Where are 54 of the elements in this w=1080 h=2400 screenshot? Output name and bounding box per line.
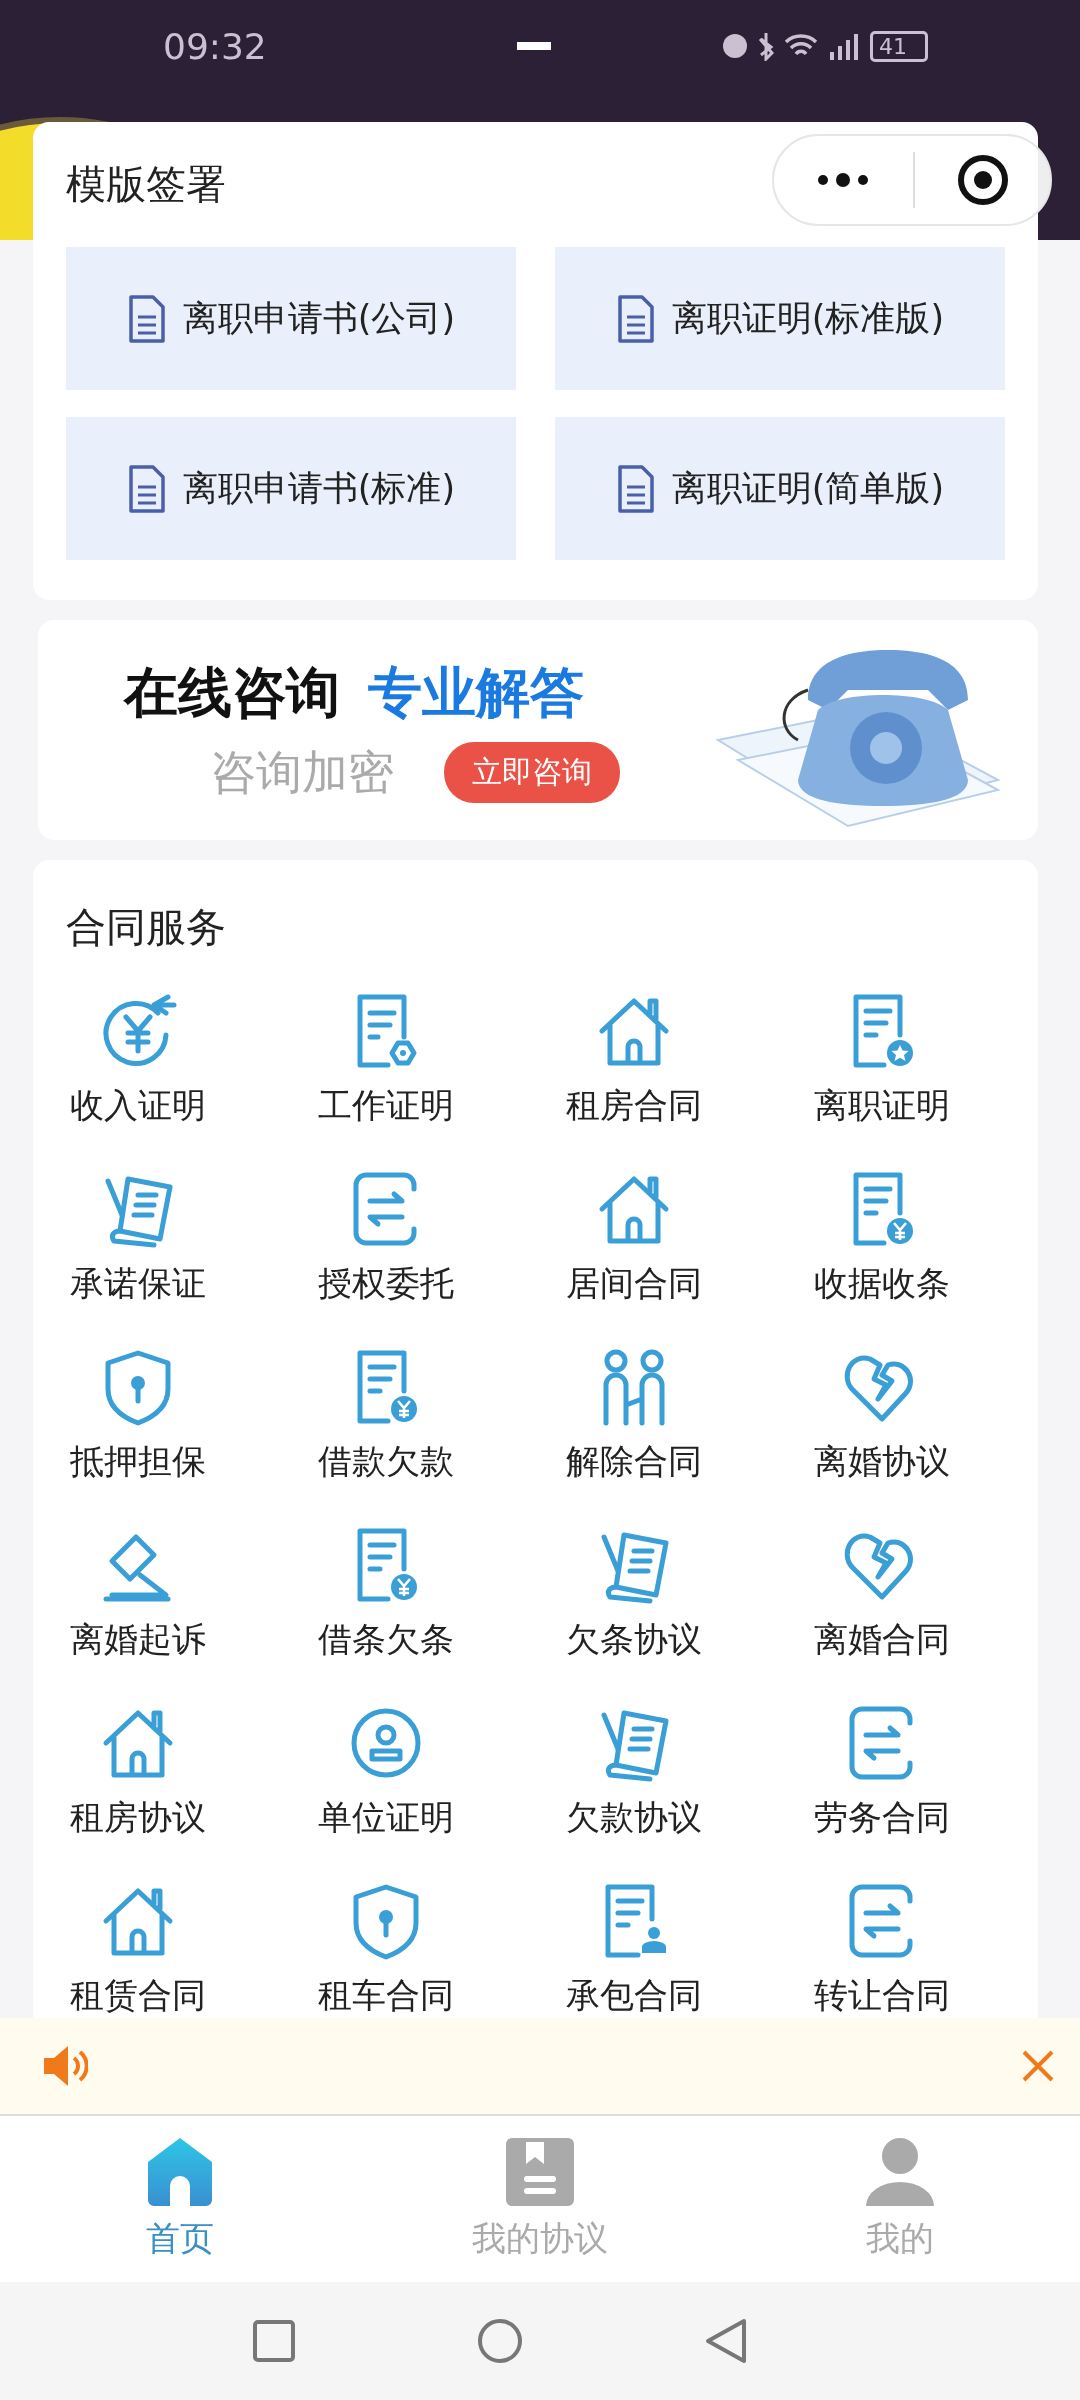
banner-highlight: 专业解答 xyxy=(368,659,584,726)
service-item[interactable]: 离婚协议 xyxy=(777,1347,987,1485)
service-item[interactable]: 授权委托 xyxy=(281,1169,491,1307)
close-target-icon[interactable] xyxy=(957,154,1009,206)
more-icon[interactable] xyxy=(815,172,871,188)
service-item[interactable]: 解除合同 xyxy=(529,1347,739,1485)
service-item[interactable]: 租房协议 xyxy=(33,1703,243,1841)
service-item[interactable]: 转让合同 xyxy=(777,1881,987,2018)
service-item[interactable]: 借条欠条 xyxy=(281,1525,491,1663)
service-item[interactable]: 欠款协议 xyxy=(529,1703,739,1841)
person-icon xyxy=(864,2136,936,2208)
book-icon xyxy=(504,2136,576,2208)
bluetooth-icon xyxy=(758,31,774,61)
document-icon xyxy=(615,294,656,343)
service-item[interactable]: 租赁合同 xyxy=(33,1881,243,2018)
template-button[interactable]: 离职申请书(标准) xyxy=(66,417,516,560)
back-icon[interactable] xyxy=(704,2317,748,2365)
banner-subtitle: 咨询加密 xyxy=(210,743,394,801)
notch-icon xyxy=(517,42,552,50)
consult-button[interactable]: 立即咨询 xyxy=(444,742,620,803)
consult-banner[interactable]: 在线咨询 专业解答 咨询加密 立即咨询 xyxy=(38,620,1038,840)
template-button[interactable]: 离职申请书(公司) xyxy=(66,247,516,390)
status-time: 09:32 xyxy=(163,25,267,67)
document-icon xyxy=(126,294,167,343)
section-title: 模版签署 xyxy=(66,160,226,209)
close-icon[interactable] xyxy=(1020,2048,1056,2084)
tab-item[interactable]: 首页 xyxy=(60,2136,300,2262)
template-button[interactable]: 离职证明(标准版) xyxy=(555,247,1005,390)
service-item[interactable]: 居间合同 xyxy=(529,1169,739,1307)
section-title: 合同服务 xyxy=(65,903,227,952)
service-item[interactable]: 租房合同 xyxy=(529,991,739,1129)
template-button[interactable]: 离职证明(简单版) xyxy=(555,417,1005,560)
service-item[interactable]: 承包合同 xyxy=(529,1881,739,2018)
wifi-icon xyxy=(784,34,818,58)
service-item[interactable]: 离职证明 xyxy=(777,991,987,1129)
service-item[interactable]: 收入证明 xyxy=(33,991,243,1129)
service-item[interactable]: 工作证明 xyxy=(281,991,491,1129)
service-item[interactable]: 离婚合同 xyxy=(777,1525,987,1663)
signal-icon xyxy=(828,32,860,60)
home-button-icon[interactable] xyxy=(476,2317,524,2365)
service-item[interactable]: 劳务合同 xyxy=(777,1703,987,1841)
service-item[interactable]: 承诺保证 xyxy=(33,1169,243,1307)
service-item[interactable]: 离婚起诉 xyxy=(33,1525,243,1663)
recents-icon[interactable] xyxy=(252,2319,296,2363)
service-item[interactable]: 欠条协议 xyxy=(529,1525,739,1663)
service-item[interactable]: 抵押担保 xyxy=(33,1347,243,1485)
battery-level: 41 xyxy=(870,30,928,62)
service-item[interactable]: 单位证明 xyxy=(281,1703,491,1841)
banner-headline: 在线咨询 xyxy=(124,659,340,726)
service-item[interactable]: 借款欠款 xyxy=(281,1347,491,1485)
document-icon xyxy=(615,464,656,513)
service-item[interactable]: 收据收条 xyxy=(777,1169,987,1307)
document-icon xyxy=(126,464,167,513)
service-item[interactable]: 租车合同 xyxy=(281,1881,491,2018)
